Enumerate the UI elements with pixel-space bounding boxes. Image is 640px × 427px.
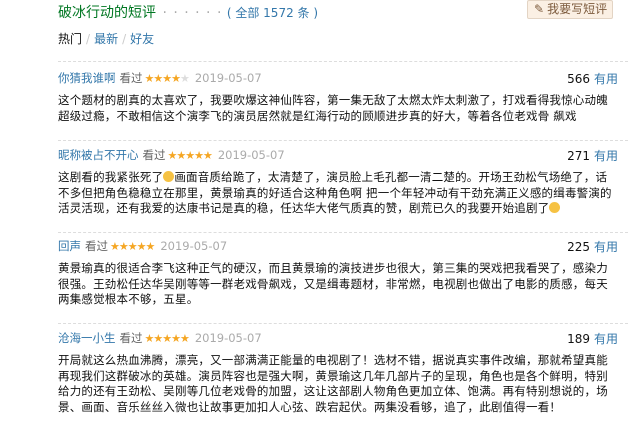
filter-friends[interactable]: 好友 (130, 32, 154, 46)
rating-stars: ★★★★★ (167, 149, 213, 162)
vote-area: 566 有用 (567, 70, 618, 87)
pencil-icon: ✎ (534, 2, 545, 16)
write-review-label: 我要写短评 (547, 2, 608, 16)
comment-date: 2019-05-07 (194, 331, 262, 345)
comment-text: 黄景瑜真的很适合李飞这种正气的硬汉，而且黄景瑜的演技进步也很大，第三集的哭戏把我… (58, 261, 608, 306)
comment-text: 开局就这么热血沸腾，漂亮，又一部满满正能量的电视剧了！选材不错，据说真实事件改编… (58, 353, 608, 414)
smile-emoji-icon (549, 202, 561, 213)
rating-stars: ★★★★★ (110, 240, 155, 253)
page-title: 破冰行动的短评 · · · · · · ( 全部 1572 条 ) (58, 2, 318, 22)
vote-count: 271 (567, 149, 590, 163)
divider (58, 323, 628, 324)
comment-user-link[interactable]: 昵称被占不开心 (58, 148, 139, 162)
header: 破冰行动的短评 · · · · · · ( 全部 1572 条 ) ✎ 我要写短评 (0, 0, 640, 22)
watched-label: 看过 (85, 239, 108, 253)
watched-label: 看过 (119, 331, 143, 345)
filter-separator: / (86, 32, 91, 46)
rating-stars: ★★★★★ (144, 332, 190, 345)
all-comments-count-link[interactable]: ( 全部 1572 条 ) (227, 6, 318, 20)
comment-item: 昵称被占不开心 看过 ★★★★★ 2019-05-07 271 有用 这剧看的我紧张死了… (58, 147, 618, 217)
useful-button[interactable]: 有用 (594, 149, 618, 163)
vote-area: 271 有用 (567, 147, 618, 164)
watched-label: 看过 (142, 148, 166, 162)
smile-emoji-icon (163, 171, 175, 182)
comment-user-link[interactable]: 沧海一小生 (58, 331, 116, 345)
vote-count: 225 (567, 240, 590, 254)
title-dots: · · · · · · (162, 5, 223, 21)
sort-filter-bar: 热门 / 最新 / 好友 (58, 30, 154, 47)
comment-date: 2019-05-07 (194, 71, 262, 85)
comment-header: 回声 看过 ★★★★★ 2019-05-07 225 有用 (58, 238, 618, 256)
comment-user-link[interactable]: 回声 (58, 239, 81, 253)
comment-text: 这剧看的我紧张死了 画面音质给跪了，太清楚了，演员脸上毛孔都一清二楚的。开场王劲松… (58, 170, 618, 217)
comment-header: 昵称被占不开心 看过 ★★★★★ 2019-05-07 271 有用 (58, 147, 618, 165)
comment-date: 2019-05-07 (217, 148, 285, 162)
page-title-text: 破冰行动的短评 (58, 5, 156, 21)
comment-header: 沧海一小生 看过 ★★★★★ 2019-05-07 189 有用 (58, 330, 618, 348)
comment-item: 你猜我谁啊 看过 ★★★★★ 2019-05-07 566 有用 这个题材的剧真的太喜欢… (58, 70, 618, 124)
comment-item: 回声 看过 ★★★★★ 2019-05-07 225 有用 黄景瑜真的很适合李飞这种正气… (58, 238, 618, 308)
vote-count: 189 (567, 332, 590, 346)
divider (58, 232, 628, 233)
useful-button[interactable]: 有用 (594, 332, 618, 346)
comment-user-link[interactable]: 你猜我谁啊 (58, 71, 116, 85)
comment-text-part: 这剧看的我紧张死了 (58, 170, 164, 184)
watched-label: 看过 (119, 71, 143, 85)
rating-stars: ★★★★★ (144, 72, 190, 85)
filter-hot[interactable]: 热门 (58, 32, 82, 46)
vote-area: 225 有用 (567, 238, 618, 255)
comment-date: 2019-05-07 (160, 239, 228, 253)
vote-count: 566 (567, 72, 590, 86)
comment-header: 你猜我谁啊 看过 ★★★★★ 2019-05-07 566 有用 (58, 70, 618, 88)
vote-area: 189 有用 (567, 330, 618, 347)
divider (58, 140, 628, 141)
comment-text: 这个题材的剧真的太喜欢了，我要吹爆这神仙阵容，第一集无敌了太燃太炸太刺激了，打戏… (58, 93, 608, 123)
filter-separator: / (122, 32, 127, 46)
useful-button[interactable]: 有用 (594, 240, 618, 254)
write-review-button[interactable]: ✎ 我要写短评 (527, 0, 613, 19)
comment-item: 沧海一小生 看过 ★★★★★ 2019-05-07 189 有用 开局就这么热血沸腾，漂… (58, 330, 618, 415)
divider (58, 61, 628, 62)
filter-new[interactable]: 最新 (94, 32, 118, 46)
useful-button[interactable]: 有用 (594, 72, 618, 86)
